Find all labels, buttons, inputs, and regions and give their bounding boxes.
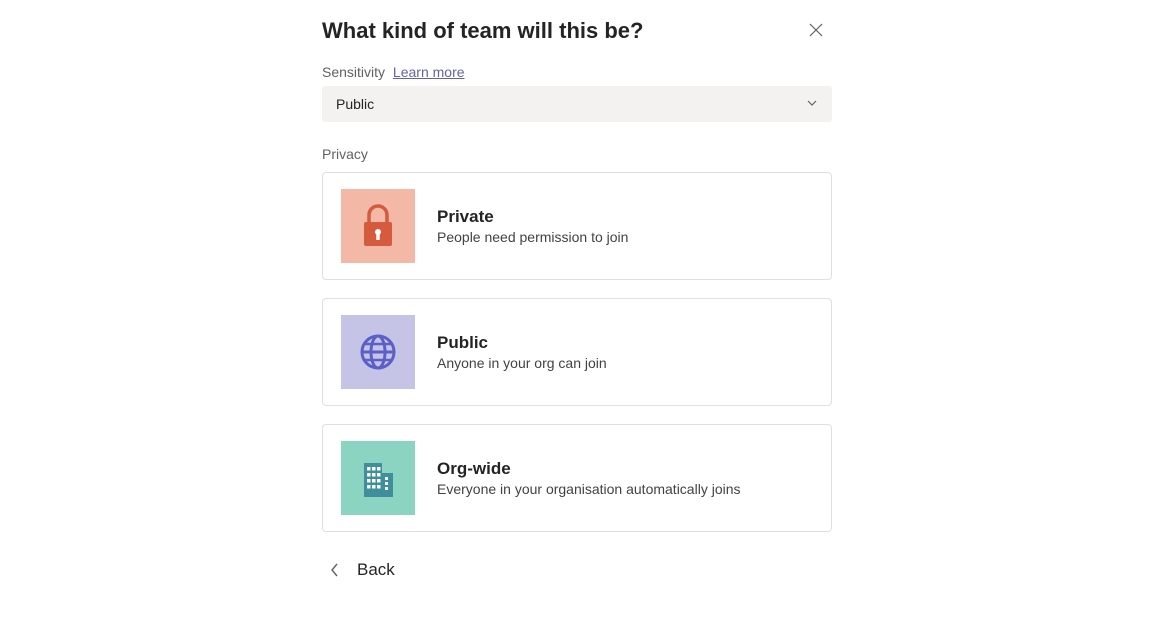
building-icon: [341, 441, 415, 515]
option-desc: People need permission to join: [437, 229, 628, 245]
sensitivity-label-row: Sensitivity Learn more: [322, 64, 832, 80]
sensitivity-dropdown[interactable]: Public: [322, 86, 832, 122]
dropdown-selected-value: Public: [336, 96, 374, 112]
option-title: Org-wide: [437, 459, 741, 479]
option-desc: Anyone in your org can join: [437, 355, 607, 371]
chevron-down-icon: [806, 96, 818, 112]
team-type-dialog: What kind of team will this be? Sensitiv…: [322, 0, 832, 580]
privacy-option-private[interactable]: Private People need permission to join: [322, 172, 832, 280]
learn-more-link[interactable]: Learn more: [393, 64, 465, 80]
sensitivity-label: Sensitivity: [322, 64, 385, 80]
dialog-header: What kind of team will this be?: [322, 18, 832, 44]
dialog-title: What kind of team will this be?: [322, 18, 643, 44]
privacy-label: Privacy: [322, 146, 832, 162]
close-icon: [809, 23, 823, 40]
globe-icon: [341, 315, 415, 389]
option-text: Private People need permission to join: [437, 207, 628, 245]
back-button[interactable]: Back: [357, 560, 395, 580]
privacy-option-public[interactable]: Public Anyone in your org can join: [322, 298, 832, 406]
lock-icon: [341, 189, 415, 263]
option-title: Private: [437, 207, 628, 227]
option-text: Org-wide Everyone in your organisation a…: [437, 459, 741, 497]
option-title: Public: [437, 333, 607, 353]
back-row: Back: [330, 560, 832, 580]
chevron-left-icon[interactable]: [330, 563, 339, 577]
option-desc: Everyone in your organisation automatica…: [437, 481, 741, 497]
option-text: Public Anyone in your org can join: [437, 333, 607, 371]
close-button[interactable]: [806, 21, 826, 41]
privacy-option-orgwide[interactable]: Org-wide Everyone in your organisation a…: [322, 424, 832, 532]
